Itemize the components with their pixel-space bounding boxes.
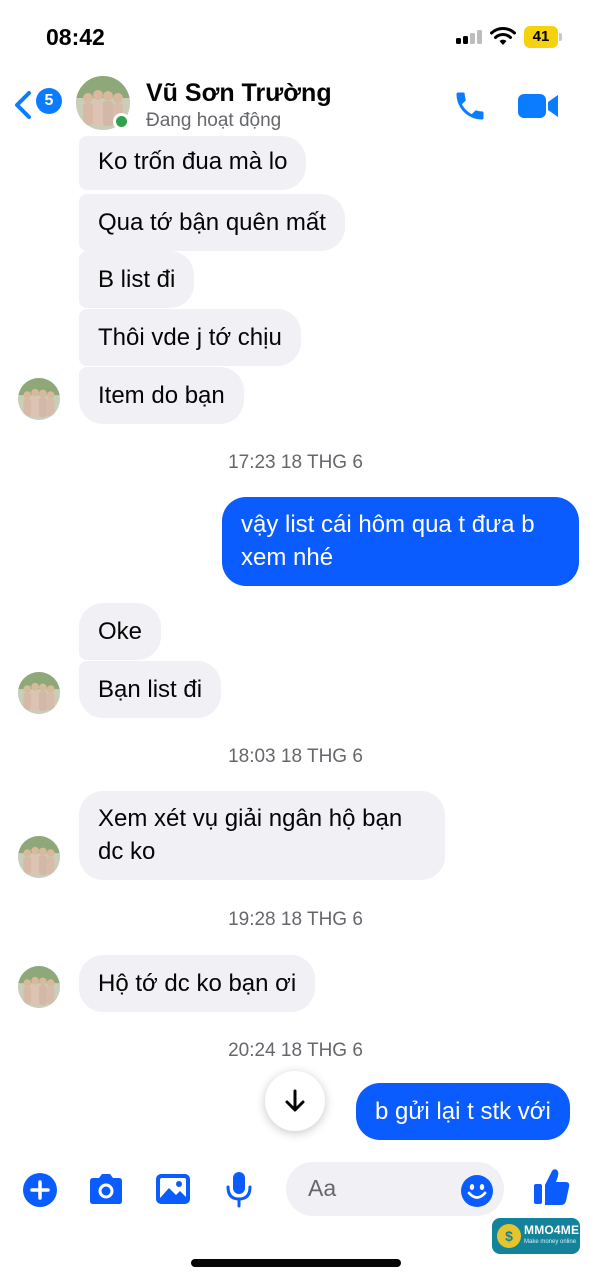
image-icon[interactable] [154, 1171, 192, 1207]
plus-icon[interactable] [22, 1172, 58, 1208]
group-photo [18, 378, 60, 420]
thumbs-up-icon[interactable] [532, 1166, 572, 1208]
dollar-coin-icon: $ [497, 1224, 521, 1248]
video-camera-icon[interactable] [516, 90, 560, 122]
message-bubble-incoming[interactable]: Ko trốn đua mà lo [79, 136, 307, 190]
group-photo [18, 966, 60, 1008]
watermark-brand: MMO4ME [524, 1223, 580, 1237]
watermark-logo: $ MMO4ME Make money online [492, 1218, 580, 1254]
message-bubble-outgoing[interactable]: b gửi lại t stk với [356, 1083, 570, 1140]
watermark-tagline: Make money online [524, 1239, 577, 1245]
contact-status: Đang hoạt động [146, 110, 282, 131]
emoji-icon[interactable] [460, 1174, 494, 1208]
unread-count-badge: 5 [36, 88, 62, 114]
svg-text:$: $ [505, 1228, 513, 1244]
message-bubble-incoming[interactable]: Thôi vde j tớ chịu [79, 309, 301, 366]
contact-avatar-small[interactable] [18, 966, 60, 1008]
wifi-icon [490, 27, 516, 45]
microphone-icon[interactable] [222, 1170, 256, 1208]
message-timestamp: 20:24 18 THG 6 [228, 1040, 363, 1061]
contact-avatar-small[interactable] [18, 836, 60, 878]
contact-avatar-small[interactable] [18, 378, 60, 420]
message-input[interactable]: Aa [286, 1162, 504, 1216]
arrow-down-icon [285, 1089, 305, 1112]
battery-level: 41 [532, 28, 550, 45]
contact-name[interactable]: Vũ Sơn Trường [146, 79, 332, 108]
message-timestamp: 18:03 18 THG 6 [228, 746, 363, 767]
message-bubble-incoming[interactable]: B list đi [79, 251, 195, 308]
scroll-to-bottom-button[interactable] [265, 1071, 325, 1131]
chevron-left-icon [15, 91, 31, 119]
message-bubble-incoming[interactable]: Qua tớ bận quên mất [79, 194, 345, 251]
message-bubble-outgoing[interactable]: vậy list cái hôm qua t đưa b xem nhé [222, 497, 579, 586]
group-photo [18, 672, 60, 714]
message-input-placeholder: Aa [308, 1175, 337, 1201]
message-bubble-incoming[interactable]: Hộ tớ dc ko bạn ơi [79, 955, 316, 1012]
contact-avatar-small[interactable] [18, 672, 60, 714]
status-bar: 08:42 41 [0, 0, 591, 70]
message-bubble-incoming[interactable]: Item do bạn [79, 367, 244, 424]
back-button[interactable]: 5 [12, 86, 64, 122]
message-timestamp: 19:28 18 THG 6 [228, 909, 363, 930]
camera-icon[interactable] [86, 1171, 126, 1207]
cellular-signal-icon [456, 30, 484, 44]
message-timestamp: 17:23 18 THG 6 [228, 452, 363, 473]
message-bubble-incoming[interactable]: Xem xét vụ giải ngân hộ bạn dc ko [79, 791, 445, 880]
message-bubble-incoming[interactable]: Oke [79, 603, 162, 660]
phone-icon[interactable] [452, 88, 488, 124]
battery-indicator: 41 [524, 26, 562, 48]
status-time: 08:42 [46, 24, 105, 50]
chat-header: 5 Vũ Sơn Trường Đang hoạt động [0, 70, 591, 138]
online-status-dot [113, 113, 130, 130]
group-photo [18, 836, 60, 878]
home-indicator[interactable] [191, 1259, 401, 1267]
message-bubble-incoming[interactable]: Bạn list đi [79, 661, 222, 718]
